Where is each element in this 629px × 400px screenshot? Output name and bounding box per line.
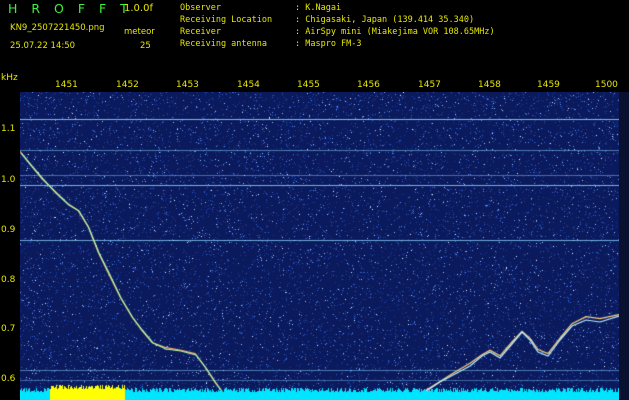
x-tick-label: 1454 xyxy=(237,80,260,90)
x-tick-label: 1455 xyxy=(297,80,320,90)
x-tick-label: 1459 xyxy=(537,80,560,90)
x-tick-label: 1500 xyxy=(595,80,618,90)
info-value-location: : Chigasaki, Japan (139.414 35.340) xyxy=(295,15,475,25)
x-tick-label: 1451 xyxy=(55,80,78,90)
app-version: 1.0.0f xyxy=(124,3,153,14)
y-tick-label: 0.6 xyxy=(1,374,16,384)
y-tick-label: 0.7 xyxy=(1,324,16,334)
x-tick-label: 1458 xyxy=(478,80,501,90)
info-value-observer: : K.Nagai xyxy=(295,3,342,13)
y-tick-label: 1.0 xyxy=(1,175,16,185)
spectrogram xyxy=(20,92,619,400)
info-key-observer: Observer xyxy=(180,3,221,13)
meteor-label: meteor xyxy=(124,27,155,37)
meteor-count: 25 xyxy=(140,41,151,51)
info-key-receiver: Receiver xyxy=(180,27,221,37)
y-tick-label: 0.9 xyxy=(1,225,16,235)
x-tick-label: 1456 xyxy=(357,80,380,90)
y-tick-label: 1.1 xyxy=(1,124,16,134)
y-tick-label: 0.8 xyxy=(1,275,16,285)
right-margin-strip xyxy=(619,92,629,400)
app-brand: H R O F F T xyxy=(8,1,133,16)
info-value-receiver: : AirSpy mini (Miakejima VOR 108.65MHz) xyxy=(295,27,495,37)
info-key-antenna: Receiving antenna xyxy=(180,39,267,49)
x-tick-label: 1452 xyxy=(116,80,139,90)
info-key-location: Receiving Location xyxy=(180,15,273,25)
hrofft-screen: H R O F F T 1.0.0f KN9_2507221450.png me… xyxy=(0,0,629,400)
date-time: 25.07.22 14:50 xyxy=(10,41,76,51)
file-name: KN9_2507221450.png xyxy=(10,23,105,33)
y-axis-unit: kHz xyxy=(1,73,18,83)
x-tick-label: 1457 xyxy=(418,80,441,90)
info-value-antenna: : Maspro FM-3 xyxy=(295,39,362,49)
x-tick-label: 1453 xyxy=(176,80,199,90)
